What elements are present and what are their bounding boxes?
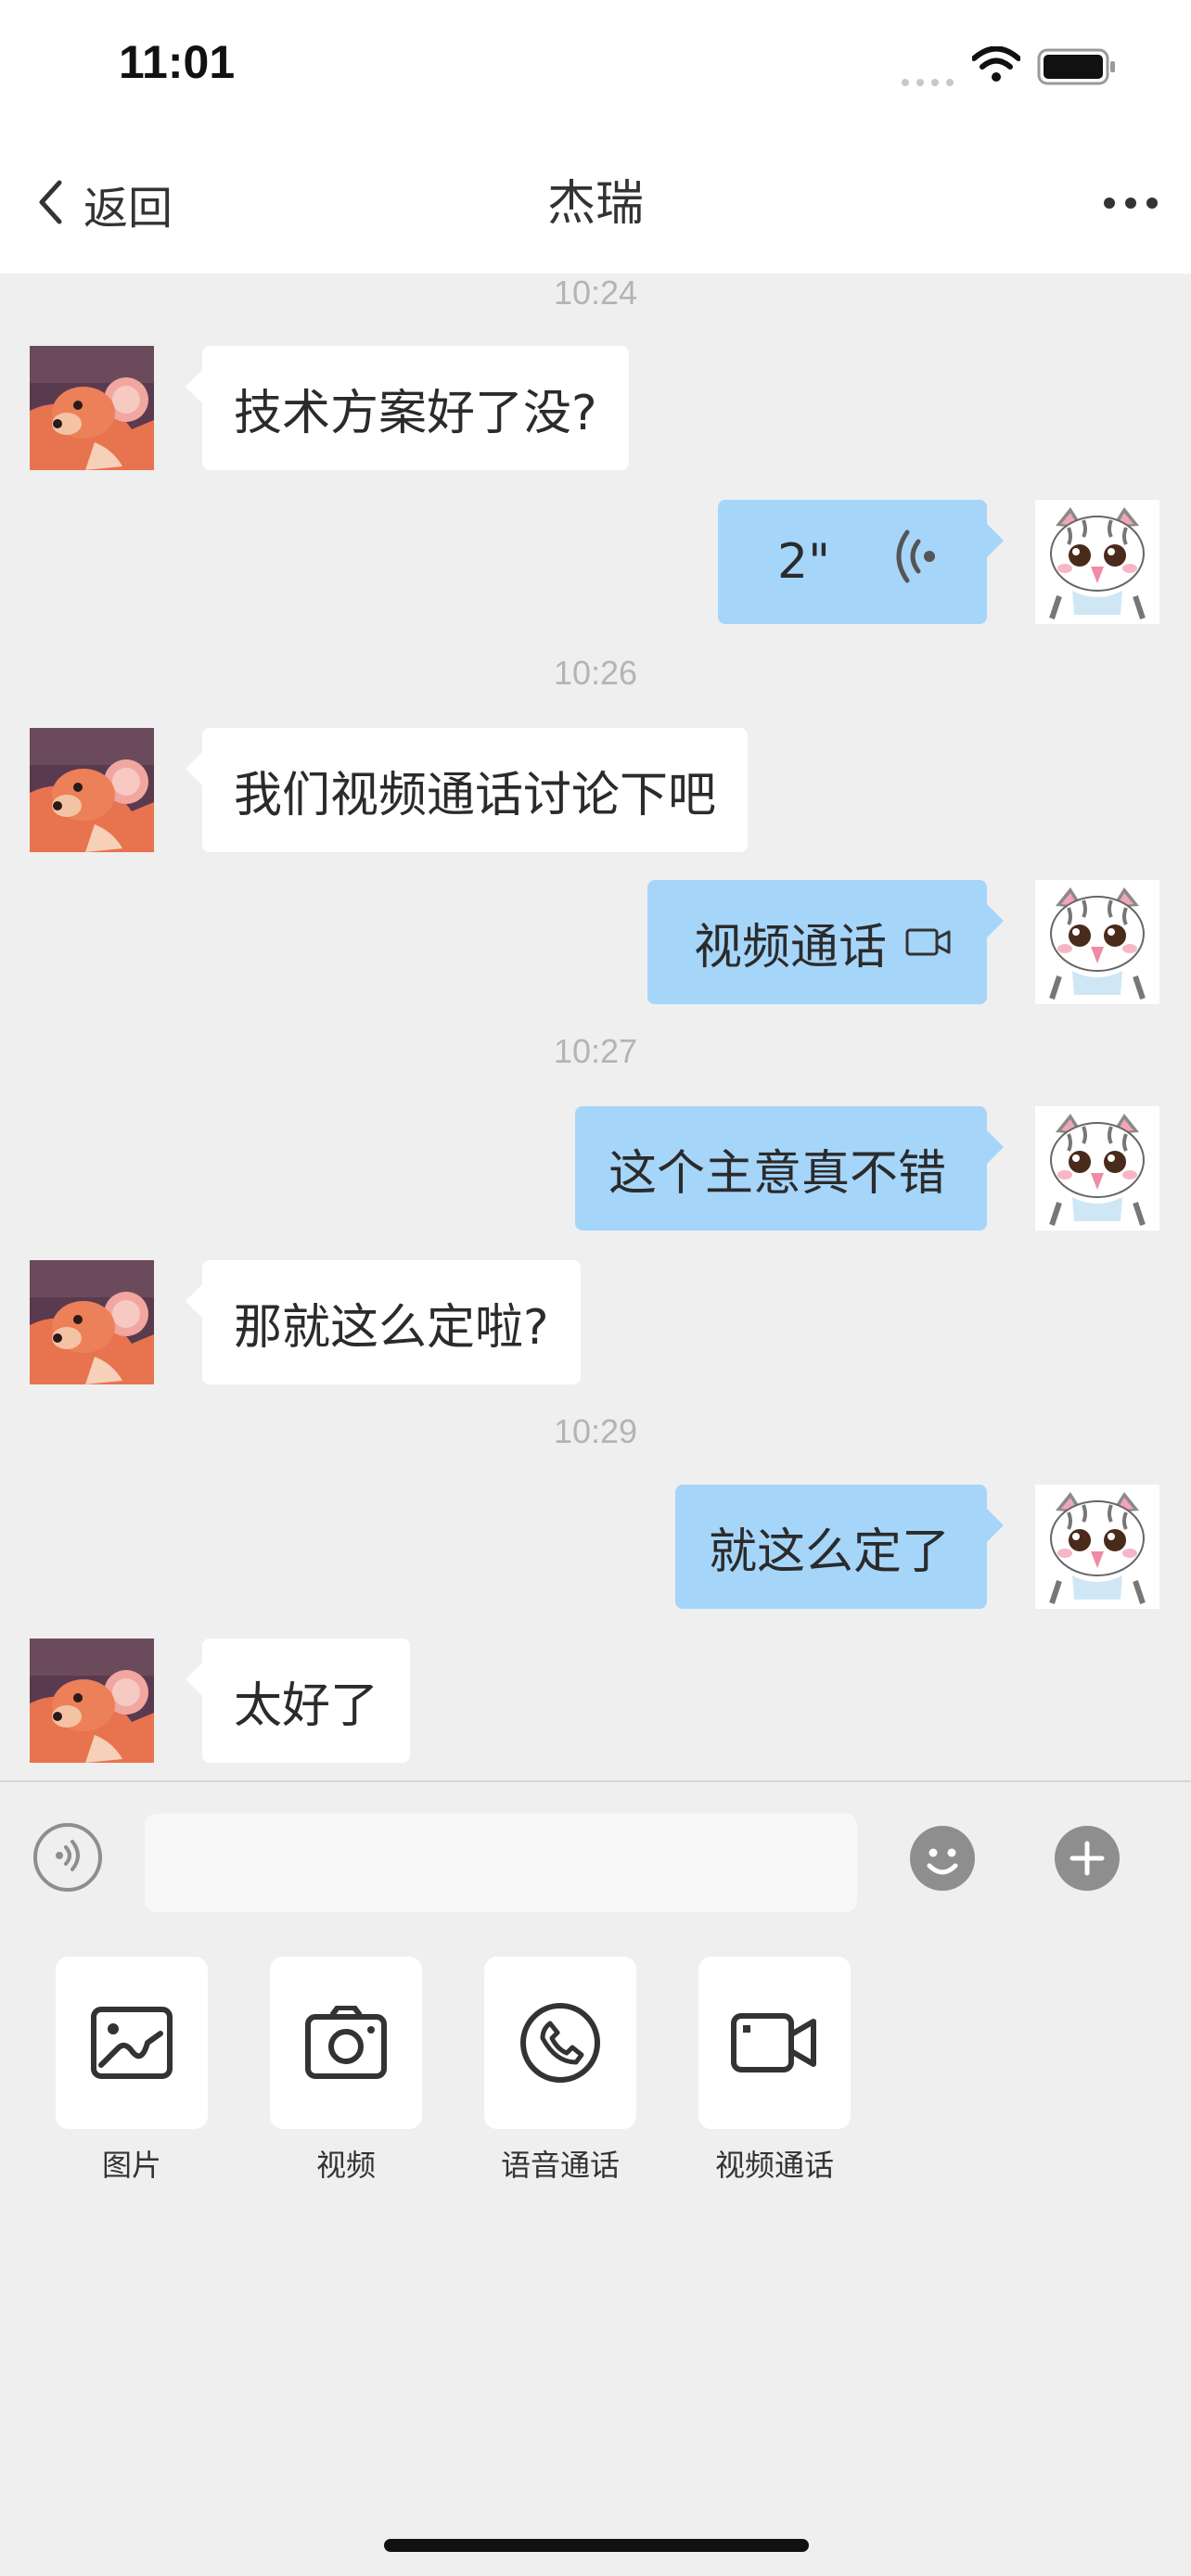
my-avatar[interactable] — [1035, 500, 1159, 624]
voice-input-button[interactable] — [33, 1823, 102, 1892]
tool-label: 图片 — [101, 2148, 161, 2183]
more-icon — [1103, 196, 1159, 213]
message-text: 视频通话 — [694, 919, 888, 976]
home-indicator[interactable] — [384, 2539, 809, 2552]
input-bar — [0, 1782, 1191, 1958]
tool-video-call-tile[interactable] — [698, 1957, 851, 2129]
phone-icon — [520, 2003, 600, 2083]
tool-label: 语音通话 — [500, 2148, 620, 2183]
my-avatar[interactable] — [1035, 1485, 1159, 1609]
message-text: 我们视频通话讨论下吧 — [234, 767, 717, 823]
contact-avatar[interactable] — [30, 346, 154, 470]
message-list[interactable]: 10:24 技术方案好了没? 2" 10:26 我们视频通话讨论下吧 视频通话 … — [0, 274, 1191, 1780]
my-avatar[interactable] — [1035, 1106, 1159, 1231]
tool-label: 视频通话 — [714, 2148, 834, 2183]
tool-picture-tile[interactable] — [56, 1957, 208, 2129]
navigation-bar: 返回 杰瑞 — [0, 139, 1191, 274]
message-text: 这个主意真不错 — [608, 1145, 947, 1202]
contact-avatar[interactable] — [30, 728, 154, 852]
message-input[interactable] — [145, 1814, 857, 1912]
message-text: 那就这么定啦? — [234, 1299, 549, 1356]
wifi-icon — [971, 45, 1021, 87]
tool-video[interactable]: 视频 — [270, 1957, 422, 2185]
voice-icon — [49, 1837, 86, 1878]
voice-wave-icon — [894, 529, 941, 596]
voice-message[interactable]: 2" — [718, 500, 1004, 624]
battery-icon — [1037, 48, 1117, 89]
my-avatar[interactable] — [1035, 880, 1159, 1004]
sent-message[interactable]: 这个主意真不错 — [575, 1106, 1004, 1231]
tool-picture[interactable]: 图片 — [56, 1957, 208, 2185]
voice-duration: 2" — [777, 534, 831, 590]
received-message[interactable]: 那就这么定啦? — [186, 1260, 581, 1384]
plus-icon — [1055, 1826, 1120, 1891]
tool-label: 视频 — [315, 2148, 376, 2183]
status-time: 11:01 — [119, 36, 236, 88]
smiley-icon — [910, 1826, 975, 1891]
message-text: 太好了 — [234, 1677, 379, 1734]
time-stamp: 10:29 — [553, 1412, 638, 1450]
tool-video-tile[interactable] — [270, 1957, 422, 2129]
video-call-record[interactable]: 视频通话 — [647, 880, 1004, 1004]
message-text: 技术方案好了没? — [234, 385, 597, 441]
contact-avatar[interactable] — [30, 1639, 154, 1763]
video-camera-icon — [731, 2013, 816, 2072]
more-options-button[interactable] — [1098, 172, 1163, 236]
tool-voice-call[interactable]: 语音通话 — [484, 1957, 636, 2185]
time-stamp: 10:26 — [553, 654, 638, 692]
tool-video-call[interactable]: 视频通话 — [698, 1957, 851, 2185]
video-camera-icon — [905, 926, 952, 958]
tool-voice-call-tile[interactable] — [484, 1957, 636, 2129]
contact-avatar[interactable] — [30, 1260, 154, 1384]
message-text: 就这么定了 — [709, 1524, 951, 1580]
more-tools-button[interactable] — [1054, 1825, 1121, 1892]
time-stamp: 10:27 — [553, 1032, 638, 1070]
camera-icon — [305, 2006, 387, 2079]
emoji-button[interactable] — [909, 1825, 976, 1892]
time-stamp: 10:24 — [553, 274, 638, 312]
signal-icon — [902, 74, 957, 92]
received-message[interactable]: 太好了 — [185, 1639, 411, 1763]
received-message[interactable]: 我们视频通话讨论下吧 — [185, 728, 749, 852]
chat-title: 杰瑞 — [546, 176, 644, 232]
sent-message[interactable]: 就这么定了 — [675, 1485, 1004, 1609]
status-bar: 11:01 — [0, 0, 1191, 139]
received-message[interactable]: 技术方案好了没? — [186, 346, 629, 470]
picture-icon — [91, 2007, 173, 2079]
